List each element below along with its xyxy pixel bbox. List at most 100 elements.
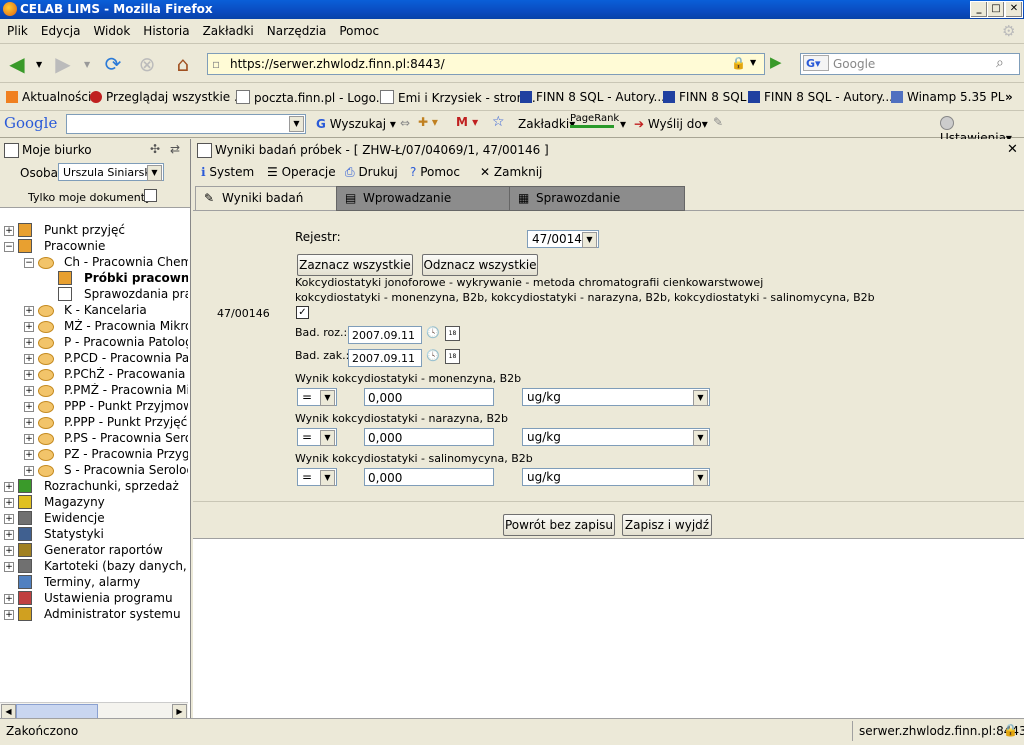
bookmark-przegladaj[interactable]: Przeglądaj wszystkie ... [90,90,245,104]
tree-item[interactable]: P.PPP - Punkt Przyjęć F [64,415,188,429]
back-arrow-icon[interactable]: ◀ [4,51,30,77]
menu-narzedzia[interactable]: Narzędzia [260,19,333,38]
expand-icon[interactable]: + [4,562,14,572]
tree-item[interactable]: Administrator systemu [44,607,181,621]
menu-zakladki[interactable]: Zakładki [196,19,260,38]
expand-icon[interactable]: + [4,226,14,236]
expand-icon[interactable]: + [4,482,14,492]
date-clock-icon[interactable]: 🕓 [426,349,440,362]
expand-icon[interactable]: + [4,514,14,524]
zamknij-menu[interactable]: ✕ Zamknij [480,165,542,179]
tree-item[interactable]: PZ - Pracownia Przygot [64,447,188,461]
close-window-button[interactable]: ✕ [1005,1,1023,18]
bookmark-finn-autory-2[interactable]: FINN 8 SQL - Autory... [748,90,893,104]
minimize-button[interactable]: _ [970,1,988,18]
expand-icon[interactable]: + [24,450,34,460]
scroll-right-icon[interactable]: ▶ [172,704,187,719]
tab-wprowadzanie[interactable]: ▤Wprowadzanie zakresowe [336,186,510,228]
result-unit-select[interactable]: ug/kg ▼ [522,428,710,446]
expand-icon[interactable]: + [4,530,14,540]
menu-historia[interactable]: Historia [136,19,195,38]
search-engine-icon[interactable]: G▾ [803,55,829,71]
chevron-down-icon[interactable]: ▼ [289,116,304,132]
tree-item[interactable]: P.PMŻ - Pracownia Mik [64,383,188,397]
result-operator-select[interactable]: = ▼ [297,388,337,406]
calendar-icon[interactable]: 18 [445,349,460,364]
menu-pomoc[interactable]: Pomoc [332,19,385,38]
back-without-save-button[interactable]: Powrót bez zapisu [503,514,615,536]
go-icon[interactable]: ▶ [770,53,790,73]
magnifier-icon[interactable]: ⌕ [996,55,1004,71]
tab-sprawozdanie[interactable]: ▦Sprawozdanie częściowe [509,186,685,228]
forward-arrow-icon[interactable]: ▶ [50,51,76,77]
toolbar-options-icon[interactable]: ⇔ [400,116,410,130]
expand-icon[interactable]: + [4,594,14,604]
result-value-input[interactable]: 0,000 [364,468,494,486]
drukuj-menu[interactable]: ⎙ Drukuj [345,165,398,180]
result-value-input[interactable]: 0,000 [364,428,494,446]
tree-item[interactable]: Ewidencje [44,511,105,525]
url-dropdown-icon[interactable]: ▼ [750,58,756,67]
date-clock-icon[interactable]: 🕓 [426,326,440,339]
tree-item[interactable]: S - Pracownia Serolog [64,463,188,477]
pomoc-menu[interactable]: ? Pomoc [410,165,460,179]
url-field[interactable]: ▫ https://serwer.zhwlodz.finn.pl:8443/ 🔒… [207,53,765,75]
tree-item[interactable]: Generator raportów [44,543,163,557]
expand-icon[interactable]: + [24,386,34,396]
collapse-icon[interactable]: − [4,242,14,252]
expand-icon[interactable]: + [24,370,34,380]
tree-item[interactable]: Próbki pracowni [84,271,188,285]
tree-item[interactable]: Ch - Pracownia Chemi [64,255,188,269]
google-search-button[interactable]: G Wyszukaj ▾ [316,117,396,131]
bookmarks-overflow-icon[interactable]: » [1005,90,1013,104]
select-all-button[interactable]: Zaznacz wszystkie [297,254,413,276]
back-dropdown-icon[interactable]: ▼ [36,60,42,69]
sample-checkbox[interactable]: ✓ [296,306,309,319]
menu-edycja[interactable]: Edycja [34,19,87,38]
osoba-select[interactable]: Urszula Siniarska ▼ [58,163,164,181]
forward-dropdown-icon[interactable]: ▼ [84,60,90,69]
expand-icon[interactable]: + [24,322,34,332]
calendar-icon[interactable]: 18 [445,326,460,341]
tree-item[interactable]: Terminy, alarmy [44,575,140,589]
bookmark-winamp[interactable]: Winamp 5.35 PL [891,90,1004,104]
expand-icon[interactable]: + [24,466,34,476]
only-mine-checkbox[interactable] [144,189,157,202]
result-value-input[interactable]: 0,000 [364,388,494,406]
tree-item[interactable]: MŻ - Pracownia Mikrob [64,319,188,333]
expand-icon[interactable]: + [24,434,34,444]
google-search-input[interactable]: ▼ [66,114,306,134]
tree-item[interactable]: Statystyki [44,527,104,541]
bookmark-aktualnosci[interactable]: Aktualności [6,90,91,104]
deselect-all-button[interactable]: Odznacz wszystkie [422,254,538,276]
tree-item[interactable]: P.PS - Pracownia Sero [64,431,188,445]
expand-icon[interactable]: + [24,306,34,316]
stop-icon[interactable]: ⊗ [134,51,160,77]
menu-plik[interactable]: Plik [0,19,34,38]
expand-icon[interactable]: + [24,338,34,348]
collapse-icon[interactable]: ✣ [150,142,160,156]
result-operator-select[interactable]: = ▼ [297,468,337,486]
result-operator-select[interactable]: = ▼ [297,428,337,446]
home-icon[interactable]: ⌂ [170,51,196,77]
bookmark-emi[interactable]: Emi i Krzysiek - stron... [380,90,536,105]
sync-icon[interactable]: ⇄ [170,142,180,156]
star-icon[interactable]: ☆ [492,114,505,130]
tree-item[interactable]: P.PCD - Pracownia Pa [64,351,188,365]
bookmark-finn-autory-1[interactable]: FINN 8 SQL - Autory... [520,90,665,104]
expand-icon[interactable]: + [4,498,14,508]
wrench-icon[interactable]: ✎ [713,115,723,129]
operacje-menu[interactable]: ☰ Operacje [267,165,336,179]
tree-item[interactable]: Rozrachunki, sprzedaż [44,479,179,493]
system-menu[interactable]: ℹ System [201,165,254,179]
menu-widok[interactable]: Widok [86,19,136,38]
tree-item[interactable]: Magazyny [44,495,105,509]
gmail-icon[interactable]: M ▾ [456,115,478,129]
bookmarks-puzzle-icon[interactable]: ✚ ▾ [418,115,438,129]
tree-item[interactable]: P.PChŻ - Pracowania C [64,367,188,381]
bad-zak-input[interactable]: 2007.09.11 [348,349,422,367]
scroll-thumb[interactable] [16,704,98,719]
google-bookmarks-menu[interactable]: Zakładki▾ [518,117,575,131]
tab-wyniki[interactable]: ✎Wyniki badań próbek [195,186,337,228]
expand-icon[interactable]: + [4,546,14,556]
